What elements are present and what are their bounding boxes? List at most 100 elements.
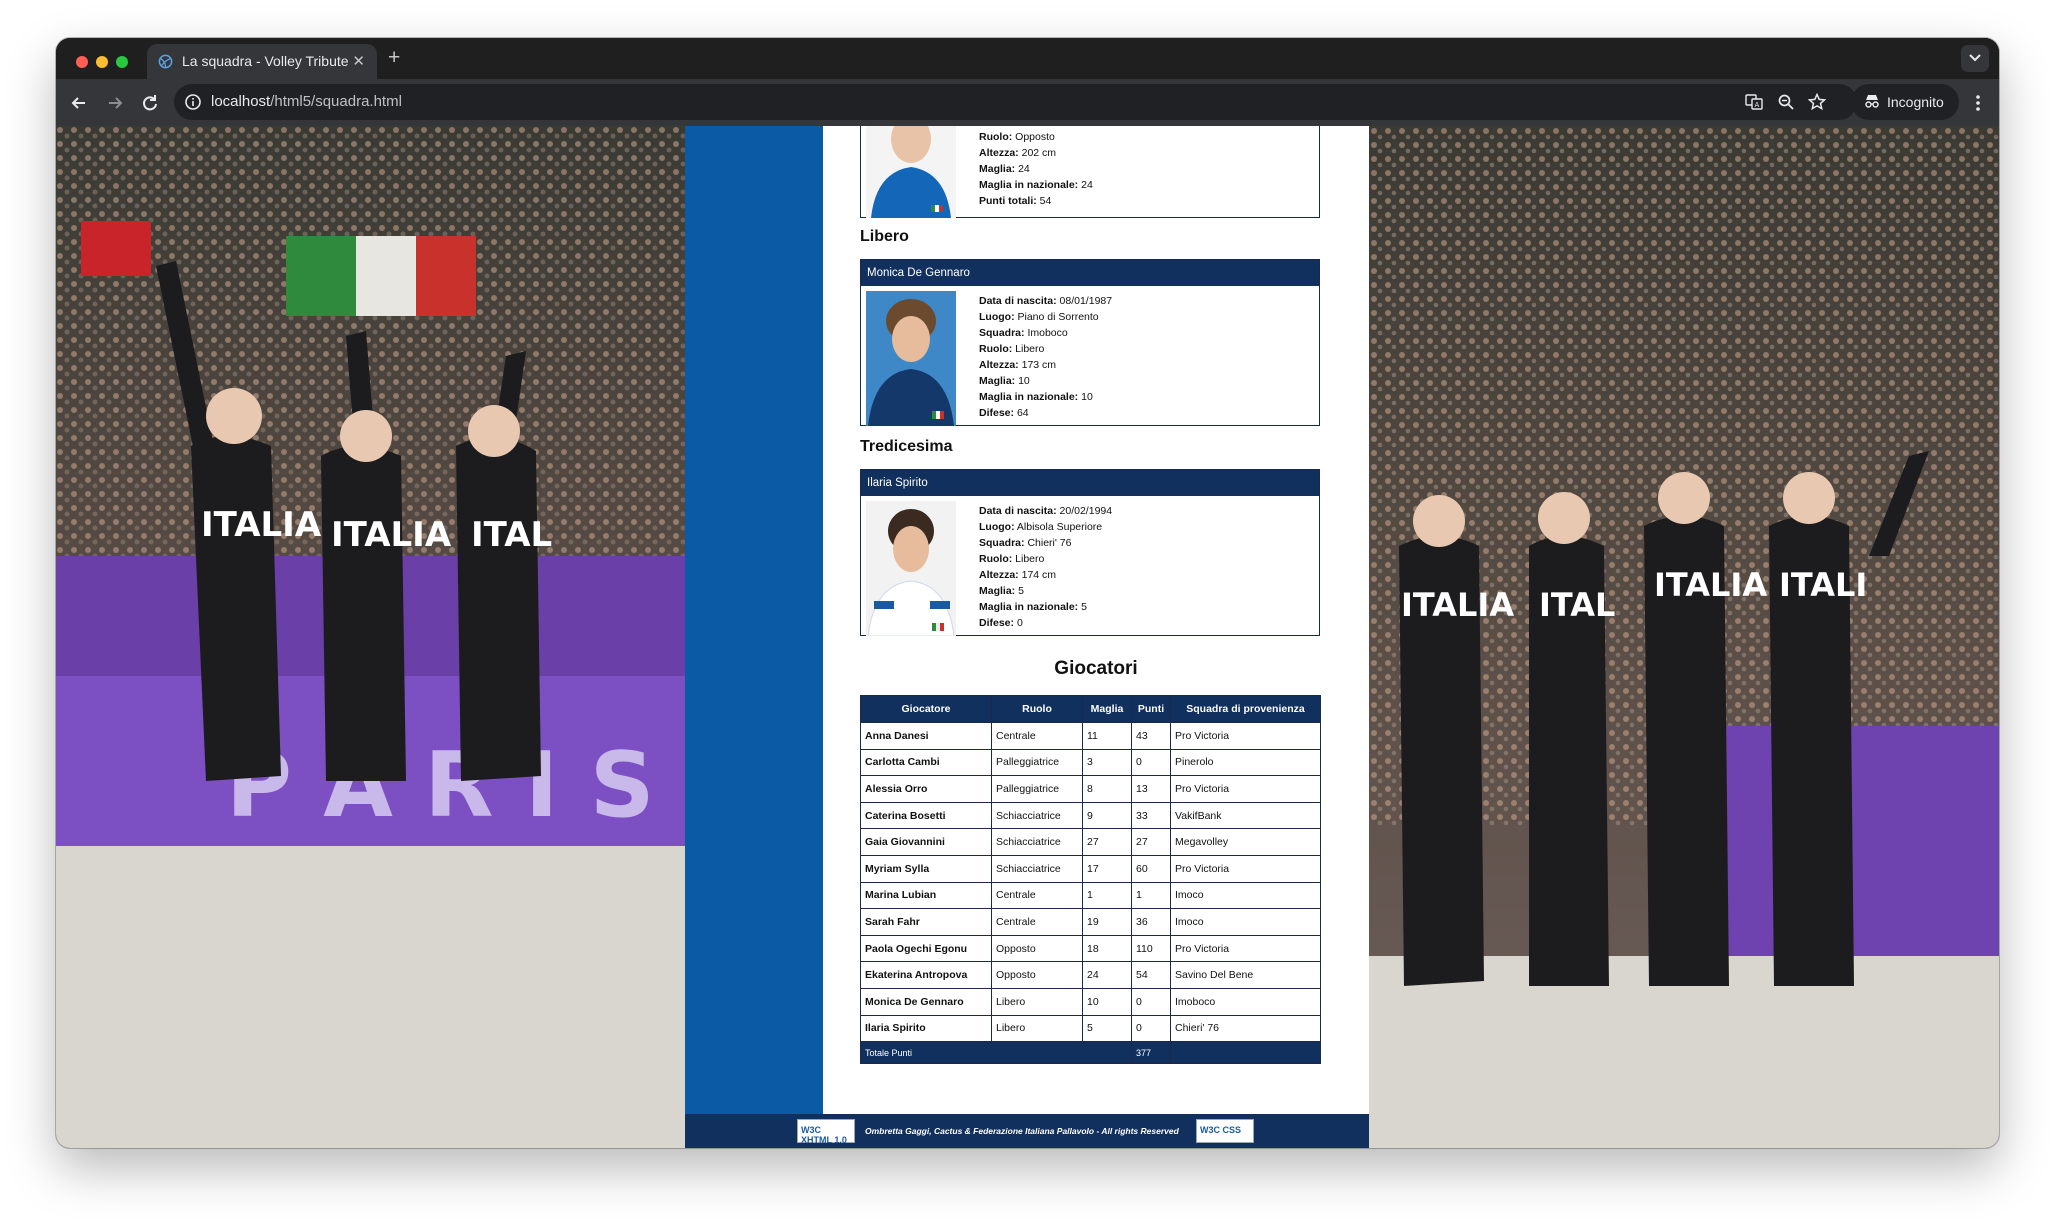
svg-text:P A R I S: P A R I S <box>226 733 655 838</box>
info-row: Squadra: Imoboco <box>979 325 1112 341</box>
table-cell: Schiacciatrice <box>991 801 1083 830</box>
close-window-button[interactable] <box>76 56 88 68</box>
table-cell: 33 <box>1131 801 1171 830</box>
player-name-cell: Paola Ogechi Egonu <box>860 934 992 963</box>
background-photo-right: ITALIA ITAL ITALIA ITALI <box>1369 126 1999 1148</box>
table-row: Ekaterina Antropova Opposto 24 54 Savino Del… <box>860 961 1321 989</box>
translate-icon[interactable]: A <box>1745 93 1763 111</box>
table-row: Ilaria Spirito Libero 5 0 Chieri' 76 <box>860 1014 1321 1043</box>
player-name-cell: Gaia Giovannini <box>860 828 992 856</box>
column-header: Squadra di provenienza <box>1170 695 1321 723</box>
table-cell: 27 <box>1131 828 1171 856</box>
info-label: Data di nascita: <box>979 295 1057 307</box>
info-row: Difese: 0 <box>979 615 1112 631</box>
main-content: Ruolo: Opposto Altezza: 202 cm Maglia: 2… <box>823 126 1369 1114</box>
table-cell: Centrale <box>991 722 1083 750</box>
table-cell: 9 <box>1082 801 1132 830</box>
more-menu-icon[interactable] <box>1973 92 1983 114</box>
info-value: 202 cm <box>1021 147 1057 159</box>
info-row: Altezza: 173 cm <box>979 357 1112 373</box>
svg-text:A: A <box>1755 101 1760 109</box>
player-info: Data di nascita: 08/01/1987 Luogo: Piano… <box>979 293 1112 421</box>
table-row: Paola Ogechi Egonu Opposto 18 110 Pro Victor… <box>860 934 1321 963</box>
zoom-icon[interactable] <box>1777 93 1795 111</box>
forward-arrow-icon[interactable] <box>104 92 126 114</box>
info-value: 174 cm <box>1021 569 1057 581</box>
info-row: Luogo: Albisola Superiore <box>979 519 1112 535</box>
info-value: 5 <box>1081 601 1087 613</box>
table-cell: 18 <box>1082 934 1132 963</box>
section-heading-tredicesima: Tredicesima <box>860 438 953 455</box>
player-card-tredicesima: Ilaria Spirito Data di nascita: 20/02/19… <box>860 469 1320 636</box>
player-name-cell: Marina Lubian <box>860 881 992 910</box>
minimize-window-button[interactable] <box>96 56 108 68</box>
table-row: Carlotta Cambi Palleggiatrice 3 0 Pinerolo <box>860 748 1321 777</box>
info-value: 54 <box>1039 195 1052 207</box>
bookmark-star-icon[interactable] <box>1808 93 1826 111</box>
table-row: Gaia Giovannini Schiacciatrice 27 27 Megavol… <box>860 828 1321 856</box>
w3c-xhtml-badge[interactable]: W3C XHTML 1.0 <box>797 1119 855 1145</box>
info-value: Libero <box>1015 553 1045 565</box>
player-card-opposto: Ruolo: Opposto Altezza: 202 cm Maglia: 2… <box>860 126 1320 218</box>
table-cell: 0 <box>1131 987 1171 1016</box>
tab-search-button[interactable] <box>1961 45 1989 72</box>
footer-copyright: Ombretta Gaggi, Cactus & Federazione Ita… <box>865 1126 1179 1136</box>
back-arrow-icon[interactable] <box>68 92 90 114</box>
table-cell: 24 <box>1082 961 1132 989</box>
player-info: Data di nascita: 20/02/1994 Luogo: Albis… <box>979 503 1112 631</box>
incognito-indicator[interactable]: Incognito <box>1851 84 1959 120</box>
page-container: Ruolo: Opposto Altezza: 202 cm Maglia: 2… <box>685 126 1369 1148</box>
svg-text:ITALIA: ITALIA <box>1401 586 1514 624</box>
column-header: Ruolo <box>991 695 1083 723</box>
info-value: 5 <box>1018 585 1024 597</box>
player-name-cell: Myriam Sylla <box>860 854 992 883</box>
info-label: Difese: <box>979 407 1015 419</box>
info-value: Piano di Sorrento <box>1017 311 1099 323</box>
background-photo-left: P A R I S ITALIA ITALIA ITAL <box>56 126 685 1148</box>
reload-icon[interactable] <box>139 92 161 114</box>
players-table-title: Giocatori <box>1054 658 1138 679</box>
table-cell: Savino Del Bene <box>1170 961 1321 989</box>
maximize-window-button[interactable] <box>116 56 128 68</box>
table-cell: Imoboco <box>1170 987 1321 1016</box>
w3c-css-badge[interactable]: W3C CSS <box>1196 1119 1254 1143</box>
table-cell: Pro Victoria <box>1170 854 1321 883</box>
info-row: Altezza: 174 cm <box>979 567 1112 583</box>
table-cell: 8 <box>1082 775 1132 803</box>
tab-active[interactable]: La squadra - Volley Tribute ✕ <box>147 44 377 79</box>
close-tab-icon[interactable]: ✕ <box>352 52 365 70</box>
info-row: Ruolo: Libero <box>979 551 1112 567</box>
info-value: 64 <box>1016 407 1029 419</box>
total-value: 377 <box>1131 1041 1171 1065</box>
table-header-row: Giocatore Ruolo Maglia Punti Squadra di … <box>860 695 1321 723</box>
page-footer: W3C XHTML 1.0 Ombretta Gaggi, Cactus & F… <box>685 1114 1369 1148</box>
table-cell: Chieri' 76 <box>1170 1014 1321 1043</box>
table-cell: 60 <box>1131 854 1171 883</box>
chevron-down-icon <box>1969 54 1981 62</box>
svg-text:ITAL: ITAL <box>1539 586 1615 624</box>
table-cell: Pro Victoria <box>1170 722 1321 750</box>
address-bar[interactable]: localhost/html5/squadra.html A <box>174 84 1857 120</box>
site-info-icon[interactable] <box>184 93 202 111</box>
info-label: Difese: <box>979 617 1015 629</box>
info-row: Punti totali: 54 <box>979 193 1093 209</box>
table-total-row: Totale Punti 377 <box>860 1041 1321 1065</box>
player-name-cell: Ekaterina Antropova <box>860 961 992 989</box>
player-card-libero: Monica De Gennaro Data di nascita: 08/01… <box>860 259 1320 426</box>
table-cell: Centrale <box>991 908 1083 936</box>
player-name-cell: Monica De Gennaro <box>860 987 992 1016</box>
table-cell: 0 <box>1131 1014 1171 1043</box>
new-tab-icon[interactable]: + <box>388 47 400 68</box>
player-photo <box>866 126 956 218</box>
info-row: Data di nascita: 20/02/1994 <box>979 503 1112 519</box>
table-cell: Megavolley <box>1170 828 1321 856</box>
info-row: Maglia in nazionale: 10 <box>979 389 1112 405</box>
table-cell: Schiacciatrice <box>991 854 1083 883</box>
info-label: Altezza: <box>979 147 1019 159</box>
table-cell: Schiacciatrice <box>991 828 1083 856</box>
info-value: Albisola Superiore <box>1016 521 1103 533</box>
info-row: Altezza: 202 cm <box>979 145 1093 161</box>
table-cell: 13 <box>1131 775 1171 803</box>
info-value: 08/01/1987 <box>1059 295 1113 307</box>
info-row: Squadra: Chieri' 76 <box>979 535 1112 551</box>
